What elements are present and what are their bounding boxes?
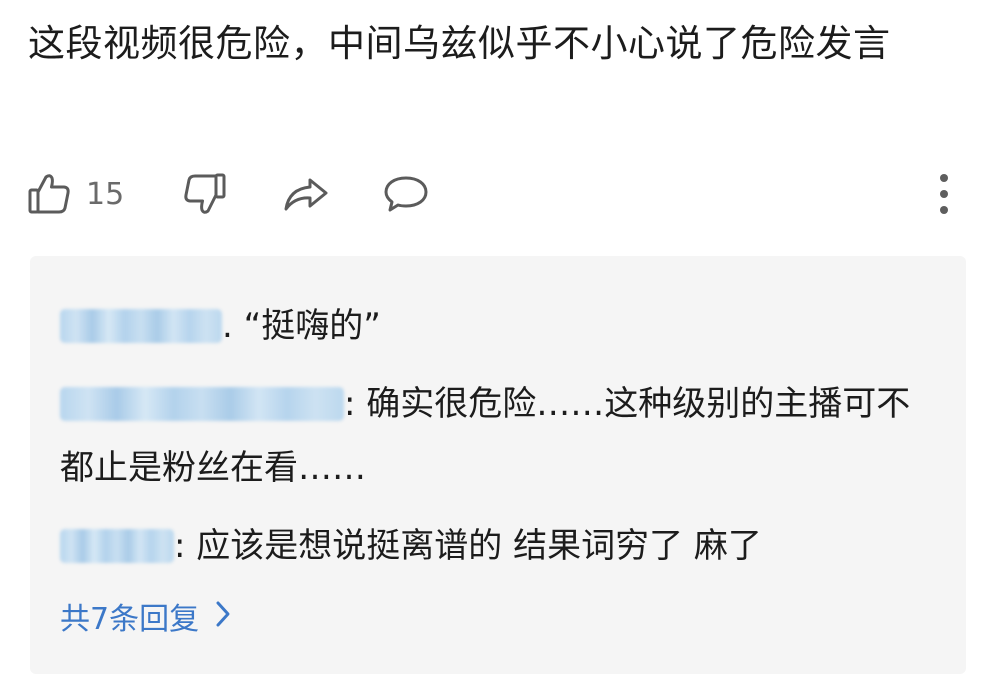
reply-preview-box[interactable]: . “挺嗨的” : 确实很危险……这种级别的主播可不都止是粉丝在看…… : 应该… xyxy=(30,256,966,674)
thumbs-up-icon xyxy=(26,171,72,217)
reply-item-3[interactable]: : 应该是想说挺离谱的 结果词穷了 麻了 xyxy=(60,514,920,578)
blurred-username[interactable] xyxy=(60,309,222,343)
share-button[interactable] xyxy=(282,168,330,220)
more-vertical-icon[interactable] xyxy=(938,174,950,214)
dislike-button[interactable] xyxy=(182,168,228,220)
blurred-username[interactable] xyxy=(60,529,174,563)
thumbs-down-icon xyxy=(182,171,228,217)
reply-separator: : xyxy=(174,526,197,566)
share-icon xyxy=(282,171,330,217)
reply-item-2[interactable]: : 确实很危险……这种级别的主播可不都止是粉丝在看…… xyxy=(60,372,920,500)
reply-separator: : xyxy=(344,384,367,424)
reply-button[interactable] xyxy=(382,168,430,220)
chevron-right-icon xyxy=(199,596,233,644)
reply-item-1[interactable]: . “挺嗨的” xyxy=(60,294,920,358)
view-all-replies-link[interactable]: 共7条回复 xyxy=(60,596,233,644)
reply-count-label: 共7条回复 xyxy=(60,602,200,637)
comment-body: 这段视频很危险，中间乌兹似乎不小心说了危险发言 xyxy=(28,22,891,65)
reply-text: “挺嗨的” xyxy=(243,306,381,346)
reply-separator: . xyxy=(222,306,244,346)
reply-text: 应该是想说挺离谱的 结果词穷了 麻了 xyxy=(196,526,762,566)
like-count: 15 xyxy=(86,176,125,212)
comment-bubble-icon xyxy=(382,171,430,217)
comment-action-bar: 15 xyxy=(0,168,1000,220)
comment-card: 这段视频很危险，中间乌兹似乎不小心说了危险发言 15 . “挺嗨的”: 确实很… xyxy=(0,0,1000,674)
like-button[interactable]: 15 xyxy=(26,168,124,220)
blurred-username[interactable] xyxy=(60,387,344,421)
